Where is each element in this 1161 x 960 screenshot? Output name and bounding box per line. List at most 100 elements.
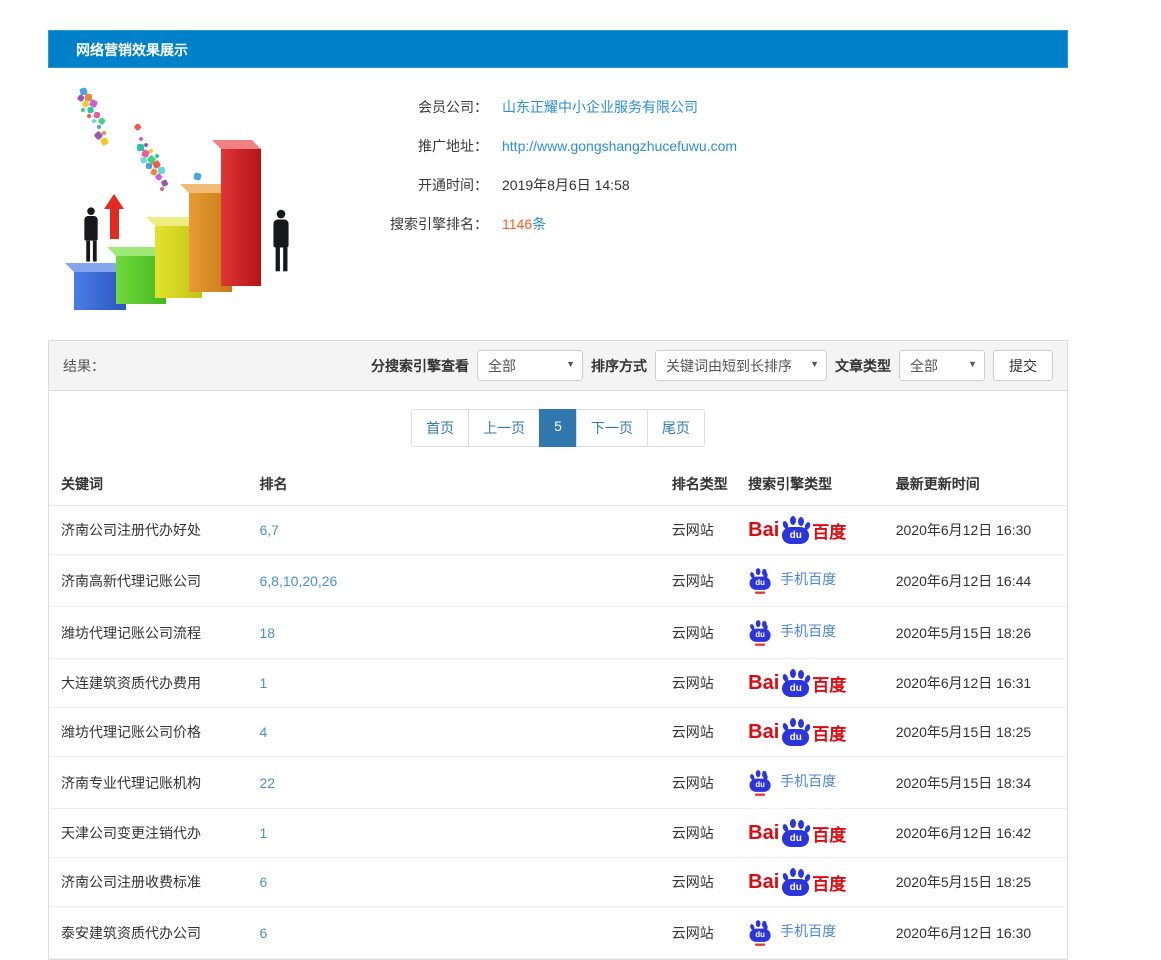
rank-link[interactable]: 1: [260, 825, 268, 841]
baidu-mobile-logo: du手机百度: [748, 917, 836, 945]
ranking-count-label: 搜索引擎排名：: [368, 214, 488, 234]
businessman-figure-left: [84, 207, 97, 261]
pagination-previous[interactable]: 上一页: [468, 409, 540, 447]
rank-link[interactable]: 4: [260, 724, 268, 740]
engine-filter-select[interactable]: 全部: [477, 350, 583, 381]
engine-cell: Baidu百度: [736, 708, 884, 757]
info-row-url: 推广地址： http://www.gongshangzhucefuwu.com: [368, 135, 1068, 157]
rank-type-cell: 云网站: [660, 506, 736, 555]
results-panel: 结果： 分搜索引擎查看 全部 ▼ 排序方式 关键词由短到长排序 ▼ 文章类型: [48, 340, 1068, 960]
baidu-pc-logo: Baidu百度: [748, 516, 846, 544]
engine-cell: Baidu百度: [736, 506, 884, 555]
updated-cell: 2020年6月12日 16:30: [884, 506, 1067, 555]
promo-url-label: 推广地址：: [368, 136, 488, 156]
baidu-paw-icon: du: [780, 669, 811, 697]
pagination-next[interactable]: 下一页: [576, 409, 648, 447]
results-table: 关键词 排名 排名类型 搜索引擎类型 最新更新时间 济南公司注册代办好处 6,7…: [49, 463, 1067, 959]
article-type-label: 文章类型: [835, 356, 891, 376]
engine-cell: du手机百度: [736, 907, 884, 959]
keyword-cell: 潍坊代理记账公司流程: [49, 607, 248, 659]
submit-button[interactable]: 提交: [993, 350, 1053, 381]
baidu-pc-logo: Baidu百度: [748, 819, 846, 847]
keyword-cell: 潍坊代理记账公司价格: [49, 708, 248, 757]
info-row-company: 会员公司： 山东正耀中小企业服务有限公司: [368, 96, 1068, 118]
baidu-paw-icon: du: [780, 868, 811, 896]
rank-link[interactable]: 6: [260, 925, 268, 941]
updated-cell: 2020年5月15日 18:25: [884, 708, 1067, 757]
rank-link[interactable]: 18: [260, 625, 276, 641]
rank-type-cell: 云网站: [660, 555, 736, 607]
engine-cell: Baidu百度: [736, 659, 884, 708]
rank-link[interactable]: 6: [260, 874, 268, 890]
header-keyword: 关键词: [49, 463, 248, 506]
page-container: 网络营销效果展示 会员公司： 山东正耀中小企业服务有限公司 推广地: [48, 30, 1068, 960]
info-row-open-time: 开通时间： 2019年8月6日 14:58: [368, 174, 1068, 196]
table-row: 潍坊代理记账公司价格 4 云网站 Baidu百度 2020年5月15日 18:2…: [49, 708, 1067, 757]
pagination-current-page[interactable]: 5: [539, 409, 577, 447]
updated-cell: 2020年6月12日 16:31: [884, 659, 1067, 708]
chart-bar-red: [221, 149, 261, 286]
engine-cell: du手机百度: [736, 555, 884, 607]
up-arrow-icon: [104, 194, 124, 240]
pagination: 首页 上一页 5 下一页 尾页: [411, 409, 705, 447]
sort-filter-select[interactable]: 关键词由短到长排序: [655, 350, 827, 381]
open-time-label: 开通时间：: [368, 175, 488, 195]
updated-cell: 2020年6月12日 16:30: [884, 907, 1067, 959]
baidu-paw-icon: du: [748, 620, 768, 642]
info-row-ranking-count: 搜索引擎排名： 1146条: [368, 213, 1068, 235]
rank-link[interactable]: 1: [260, 675, 268, 691]
baidu-pc-logo: Baidu百度: [748, 718, 846, 746]
updated-cell: 2020年6月12日 16:44: [884, 555, 1067, 607]
baidu-mobile-logo: du手机百度: [748, 617, 836, 645]
member-info-list: 会员公司： 山东正耀中小企业服务有限公司 推广地址： http://www.go…: [340, 84, 1068, 322]
rank-type-cell: 云网站: [660, 708, 736, 757]
marketing-growth-illustration: [48, 84, 340, 322]
ranking-count-unit: 条: [532, 216, 546, 232]
table-row: 天津公司变更注销代办 1 云网站 Baidu百度 2020年6月12日 16:4…: [49, 809, 1067, 858]
promo-url-link[interactable]: http://www.gongshangzhucefuwu.com: [502, 138, 737, 154]
keyword-cell: 济南专业代理记账机构: [49, 757, 248, 809]
header-updated: 最新更新时间: [884, 463, 1067, 506]
updated-cell: 2020年6月12日 16:42: [884, 809, 1067, 858]
ranking-count-number: 1146: [502, 216, 532, 232]
keyword-cell: 济南高新代理记账公司: [49, 555, 248, 607]
table-row: 济南专业代理记账机构 22 云网站 du手机百度 2020年5月15日 18:3…: [49, 757, 1067, 809]
filter-controls: 分搜索引擎查看 全部 ▼ 排序方式 关键词由短到长排序 ▼ 文章类型: [371, 350, 1053, 381]
engine-cell: du手机百度: [736, 607, 884, 659]
company-link[interactable]: 山东正耀中小企业服务有限公司: [502, 99, 698, 115]
updated-cell: 2020年5月15日 18:25: [884, 858, 1067, 907]
baidu-pc-logo: Baidu百度: [748, 868, 846, 896]
keyword-cell: 济南公司注册收费标准: [49, 858, 248, 907]
rank-link[interactable]: 6,7: [260, 522, 279, 538]
header-rank: 排名: [248, 463, 660, 506]
table-row: 泰安建筑资质代办公司 6 云网站 du手机百度 2020年6月12日 16:30: [49, 907, 1067, 959]
rank-type-cell: 云网站: [660, 907, 736, 959]
engine-cell: du手机百度: [736, 757, 884, 809]
baidu-pc-logo: Baidu百度: [748, 669, 846, 697]
businessman-figure-right: [273, 210, 288, 272]
baidu-paw-icon: du: [780, 718, 811, 746]
engine-filter-label: 分搜索引擎查看: [371, 356, 469, 376]
sort-filter-label: 排序方式: [591, 356, 647, 376]
table-header-row: 关键词 排名 排名类型 搜索引擎类型 最新更新时间: [49, 463, 1067, 506]
open-time-value: 2019年8月6日 14:58: [502, 175, 630, 195]
baidu-mobile-logo: du手机百度: [748, 565, 836, 593]
keyword-cell: 大连建筑资质代办费用: [49, 659, 248, 708]
filter-bar: 结果： 分搜索引擎查看 全部 ▼ 排序方式 关键词由短到长排序 ▼ 文章类型: [49, 341, 1067, 391]
table-row: 潍坊代理记账公司流程 18 云网站 du手机百度 2020年5月15日 18:2…: [49, 607, 1067, 659]
results-table-body: 济南公司注册代办好处 6,7 云网站 Baidu百度 2020年6月12日 16…: [49, 506, 1067, 959]
baidu-paw-icon: du: [780, 516, 811, 544]
pagination-last[interactable]: 尾页: [647, 409, 705, 447]
table-row: 大连建筑资质代办费用 1 云网站 Baidu百度 2020年6月12日 16:3…: [49, 659, 1067, 708]
rank-link[interactable]: 22: [260, 775, 276, 791]
pagination-first[interactable]: 首页: [411, 409, 469, 447]
header-rank-type: 排名类型: [660, 463, 736, 506]
article-type-select[interactable]: 全部: [899, 350, 985, 381]
keyword-cell: 天津公司变更注销代办: [49, 809, 248, 858]
rank-link[interactable]: 6,8,10,20,26: [260, 573, 338, 589]
company-label: 会员公司：: [368, 97, 488, 117]
keyword-cell: 济南公司注册代办好处: [49, 506, 248, 555]
member-info-section: 会员公司： 山东正耀中小企业服务有限公司 推广地址： http://www.go…: [48, 68, 1068, 340]
rank-type-cell: 云网站: [660, 659, 736, 708]
rank-type-cell: 云网站: [660, 858, 736, 907]
